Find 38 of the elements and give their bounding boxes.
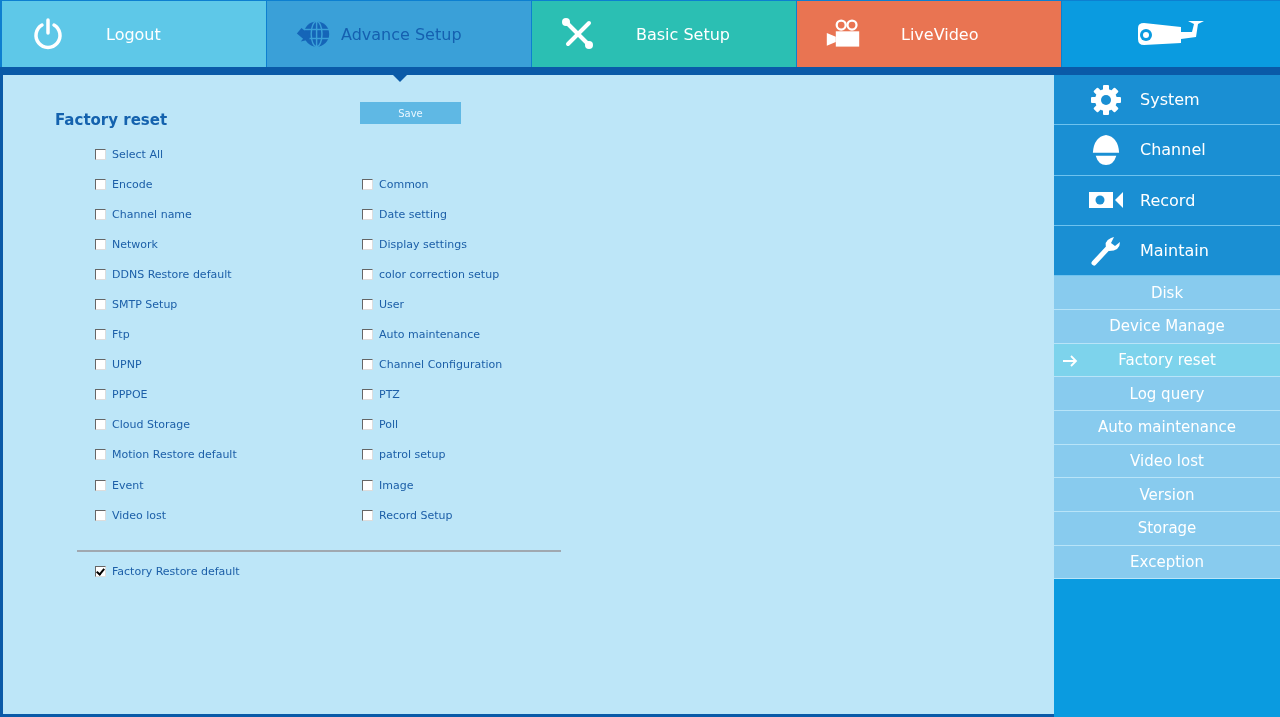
menu-section[interactable]: Maintain bbox=[1054, 225, 1280, 277]
checkbox-option[interactable]: Image bbox=[362, 470, 414, 501]
checkbox-option[interactable]: color correction setup bbox=[362, 259, 500, 290]
video-camera-icon bbox=[1089, 191, 1123, 210]
checkbox-option[interactable]: patrol setup bbox=[362, 439, 446, 471]
menu-section[interactable]: Record bbox=[1054, 175, 1280, 226]
checkbox-option[interactable]: Record Setup bbox=[362, 500, 453, 531]
checkbox-option[interactable]: Motion Restore default bbox=[95, 439, 237, 471]
checkbox-option[interactable]: Channel Configuration bbox=[362, 349, 503, 380]
checkbox-option[interactable]: Channel name bbox=[95, 199, 192, 230]
page-title: Factory reset bbox=[55, 111, 169, 129]
dome-camera-icon bbox=[1091, 132, 1121, 167]
checkbox-option[interactable]: PPPOE bbox=[95, 379, 148, 410]
checkbox-option[interactable]: UPNP bbox=[95, 349, 142, 380]
checkbox-option[interactable]: Common bbox=[362, 169, 429, 200]
tools-icon bbox=[560, 17, 596, 51]
checkbox-option[interactable]: SMTP Setup bbox=[95, 289, 178, 320]
checkbox-option[interactable]: Encode bbox=[95, 169, 153, 200]
checkbox-option[interactable]: DDNS Restore default bbox=[95, 259, 232, 290]
checkbox-option[interactable]: Event bbox=[95, 470, 144, 501]
checkbox-option[interactable]: Date setting bbox=[362, 199, 447, 230]
checkbox-option[interactable]: Select All bbox=[95, 139, 164, 170]
arrow-icon bbox=[1062, 354, 1078, 367]
checkbox-option[interactable]: Ftp bbox=[95, 319, 130, 350]
menu-section[interactable]: System bbox=[1054, 75, 1280, 126]
checkbox-option[interactable]: Factory Restore default bbox=[95, 556, 240, 587]
checkbox-option[interactable]: Video lost bbox=[95, 500, 167, 531]
checkbox-option[interactable]: User bbox=[362, 289, 405, 320]
checkbox-option[interactable]: Auto maintenance bbox=[362, 319, 481, 350]
gear-icon bbox=[1090, 83, 1122, 116]
checkbox-option[interactable]: Network bbox=[95, 229, 158, 260]
checkbox-option[interactable]: Display settings bbox=[362, 229, 467, 260]
checkbox-option[interactable]: Poll bbox=[362, 409, 399, 440]
menu-section[interactable]: Channel bbox=[1054, 125, 1280, 176]
checkbox-option[interactable]: Cloud Storage bbox=[95, 409, 190, 440]
nav-tab[interactable]: LiveVideo bbox=[797, 1, 1061, 67]
checkbox-option[interactable]: PTZ bbox=[362, 379, 400, 410]
wrench-icon bbox=[1090, 234, 1122, 267]
